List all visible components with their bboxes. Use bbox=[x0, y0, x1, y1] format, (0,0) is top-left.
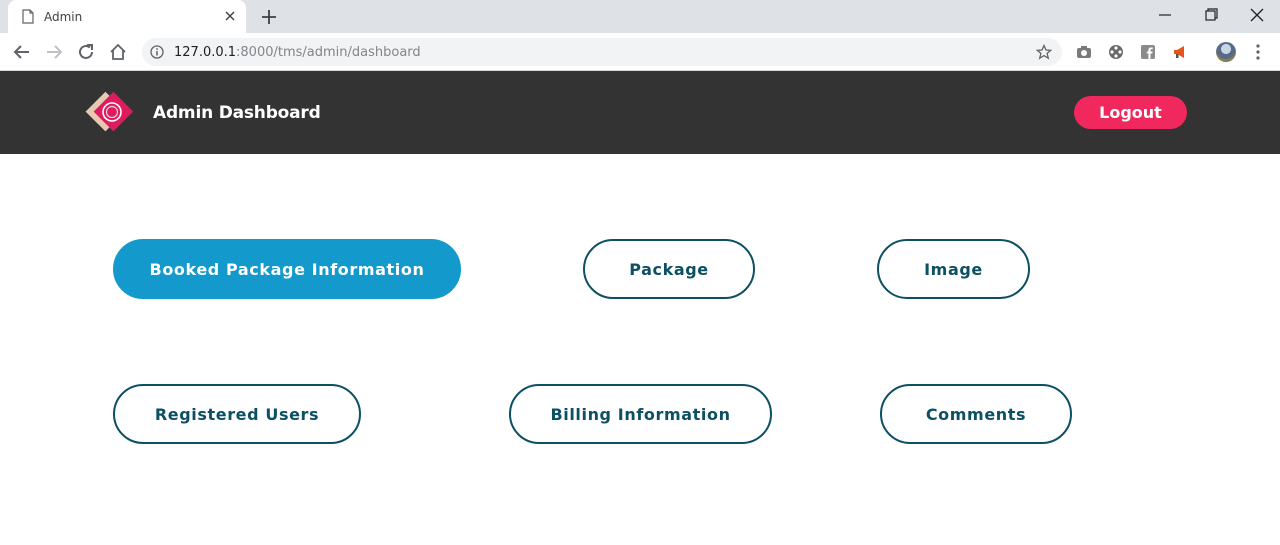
new-tab-icon[interactable] bbox=[260, 8, 278, 26]
logout-button[interactable]: Logout bbox=[1074, 96, 1187, 129]
document-icon bbox=[22, 9, 34, 24]
registered-users-button[interactable]: Registered Users bbox=[113, 384, 361, 444]
kebab-menu-icon[interactable] bbox=[1254, 43, 1262, 61]
browser-toolbar: 127.0.0.1:8000/tms/admin/dashboard bbox=[0, 33, 1280, 71]
browser-tabstrip: Admin bbox=[0, 0, 1280, 33]
image-button[interactable]: Image bbox=[877, 239, 1030, 299]
home-icon[interactable] bbox=[108, 42, 128, 62]
film-reel-extension-icon[interactable] bbox=[1108, 44, 1124, 60]
page-title: Admin Dashboard bbox=[153, 103, 321, 123]
url-host: 127.0.0.1 bbox=[174, 45, 237, 60]
back-icon[interactable] bbox=[12, 42, 32, 62]
url-path: :8000/tms/admin/dashboard bbox=[236, 45, 421, 60]
close-window-icon[interactable] bbox=[1246, 6, 1268, 24]
minimize-icon[interactable] bbox=[1154, 6, 1176, 24]
browser-tab[interactable]: Admin bbox=[8, 0, 246, 33]
address-bar[interactable]: 127.0.0.1:8000/tms/admin/dashboard bbox=[142, 38, 1062, 66]
camera-extension-icon[interactable] bbox=[1076, 44, 1092, 60]
megaphone-extension-icon[interactable] bbox=[1172, 44, 1188, 60]
comments-button[interactable]: Comments bbox=[880, 384, 1072, 444]
forward-icon[interactable] bbox=[44, 42, 64, 62]
billing-information-button[interactable]: Billing Information bbox=[509, 384, 772, 444]
bookmark-star-icon[interactable] bbox=[1036, 44, 1052, 60]
close-tab-icon[interactable] bbox=[224, 10, 236, 22]
info-icon[interactable] bbox=[150, 45, 164, 59]
logo-icon[interactable] bbox=[84, 91, 140, 137]
booked-package-information-button[interactable]: Booked Package Information bbox=[113, 239, 461, 299]
facebook-extension-icon[interactable] bbox=[1140, 44, 1156, 60]
reload-icon[interactable] bbox=[76, 42, 96, 62]
tab-title: Admin bbox=[44, 10, 83, 24]
site-header: Admin Dashboard Logout bbox=[0, 71, 1280, 154]
package-button[interactable]: Package bbox=[583, 239, 755, 299]
url-text: 127.0.0.1:8000/tms/admin/dashboard bbox=[174, 45, 421, 60]
profile-avatar[interactable] bbox=[1216, 42, 1236, 62]
restore-icon[interactable] bbox=[1200, 6, 1222, 24]
